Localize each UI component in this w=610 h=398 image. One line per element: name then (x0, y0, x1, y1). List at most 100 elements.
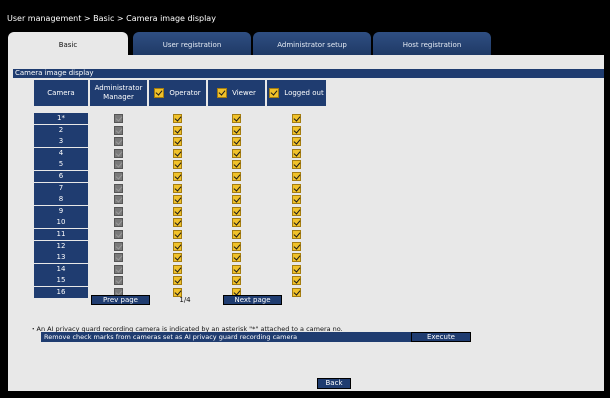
camera-row-label: 6 (34, 171, 88, 182)
tab-administrator-setup[interactable]: Administrator setup (253, 32, 371, 55)
operator-cell (149, 159, 206, 170)
loggedout-checkbox[interactable] (292, 125, 301, 135)
tab-host-registration[interactable]: Host registration (373, 32, 491, 55)
admin-cell (90, 194, 147, 205)
loggedout-cell (267, 125, 326, 136)
loggedout-checkbox[interactable] (292, 264, 301, 274)
loggedout-cell (267, 136, 326, 147)
loggedout-checkbox[interactable] (292, 206, 301, 216)
operator-cell (149, 217, 206, 228)
viewer-cell (208, 159, 265, 170)
loggedout-checkbox[interactable] (292, 160, 301, 170)
camera-row-label: 8 (34, 194, 88, 206)
admin-checkbox (114, 230, 123, 239)
operator-header-label: Operator (169, 88, 201, 97)
admin-checkbox (114, 160, 123, 170)
loggedout-cell (267, 183, 326, 194)
viewer-cell (208, 183, 265, 194)
operator-cell (149, 125, 206, 136)
operator-checkbox[interactable] (173, 137, 182, 147)
operator-checkbox[interactable] (173, 172, 182, 181)
admin-cell (90, 206, 147, 217)
admin-checkbox (114, 137, 123, 147)
loggedout-select-all-checkbox[interactable] (269, 88, 280, 98)
operator-cell (149, 241, 206, 252)
admin-column-header: Administrator Manager (90, 80, 147, 106)
loggedout-cell (267, 252, 326, 263)
loggedout-checkbox[interactable] (292, 276, 301, 286)
admin-checkbox (114, 241, 123, 251)
loggedout-header-label: Logged out (284, 88, 324, 97)
camera-row-label: 4 (34, 147, 88, 159)
operator-checkbox[interactable] (173, 253, 182, 263)
admin-cell (90, 125, 147, 136)
operator-checkbox[interactable] (173, 114, 182, 123)
loggedout-checkbox[interactable] (292, 195, 301, 205)
admin-checkbox (114, 172, 123, 181)
camera-row-label: 15 (34, 275, 88, 287)
viewer-select-all-checkbox[interactable] (217, 88, 228, 98)
next-page-button[interactable]: Next page (223, 295, 282, 305)
loggedout-checkbox[interactable] (292, 218, 301, 228)
camera-row-label: 13 (34, 252, 88, 264)
operator-cell (149, 206, 206, 217)
loggedout-checkbox[interactable] (292, 183, 301, 193)
operator-cell (149, 252, 206, 263)
viewer-checkbox[interactable] (232, 183, 241, 193)
viewer-cell (208, 113, 265, 124)
back-button[interactable]: Back (317, 378, 351, 389)
viewer-checkbox[interactable] (232, 172, 241, 181)
operator-select-all-checkbox[interactable] (154, 88, 165, 98)
viewer-checkbox[interactable] (232, 264, 241, 274)
operator-checkbox[interactable] (173, 241, 182, 251)
loggedout-checkbox[interactable] (292, 230, 301, 239)
admin-cell (90, 183, 147, 194)
loggedout-cell (267, 217, 326, 228)
camera-row-label: 1* (34, 113, 88, 124)
camera-row-label: 7 (34, 182, 88, 194)
loggedout-checkbox[interactable] (292, 253, 301, 263)
viewer-checkbox[interactable] (232, 253, 241, 263)
loggedout-cell (267, 206, 326, 217)
loggedout-column-header: Logged out (267, 80, 326, 106)
loggedout-checkbox[interactable] (292, 148, 301, 158)
operator-checkbox[interactable] (173, 195, 182, 205)
section-title: Camera image display (13, 69, 604, 78)
loggedout-checkbox[interactable] (292, 288, 301, 297)
viewer-checkbox[interactable] (232, 276, 241, 286)
operator-checkbox[interactable] (173, 230, 182, 239)
operator-checkbox[interactable] (173, 264, 182, 274)
loggedout-cell (267, 171, 326, 182)
viewer-checkbox[interactable] (232, 218, 241, 228)
operator-checkbox[interactable] (173, 125, 182, 135)
tab-basic[interactable]: Basic (8, 32, 128, 57)
loggedout-cell (267, 113, 326, 124)
loggedout-checkbox[interactable] (292, 241, 301, 251)
loggedout-checkbox[interactable] (292, 137, 301, 147)
operator-checkbox[interactable] (173, 160, 182, 170)
execute-button[interactable]: Execute (411, 332, 471, 342)
camera-row-label: 11 (34, 229, 88, 240)
viewer-checkbox[interactable] (232, 148, 241, 158)
viewer-checkbox[interactable] (232, 206, 241, 216)
viewer-checkbox[interactable] (232, 160, 241, 170)
viewer-checkbox[interactable] (232, 114, 241, 123)
prev-page-button[interactable]: Prev page (91, 295, 150, 305)
loggedout-checkbox[interactable] (292, 172, 301, 181)
camera-row-label: 14 (34, 263, 88, 275)
viewer-checkbox[interactable] (232, 137, 241, 147)
viewer-cell (208, 217, 265, 228)
viewer-checkbox[interactable] (232, 125, 241, 135)
operator-checkbox[interactable] (173, 276, 182, 286)
operator-checkbox[interactable] (173, 148, 182, 158)
viewer-checkbox[interactable] (232, 195, 241, 205)
operator-checkbox[interactable] (173, 206, 182, 216)
camera-row-label: 5 (34, 159, 88, 171)
viewer-checkbox[interactable] (232, 230, 241, 239)
loggedout-checkbox[interactable] (292, 114, 301, 123)
operator-checkbox[interactable] (173, 218, 182, 228)
admin-cell (90, 136, 147, 147)
viewer-checkbox[interactable] (232, 241, 241, 251)
operator-checkbox[interactable] (173, 183, 182, 193)
tab-user-registration[interactable]: User registration (133, 32, 251, 55)
